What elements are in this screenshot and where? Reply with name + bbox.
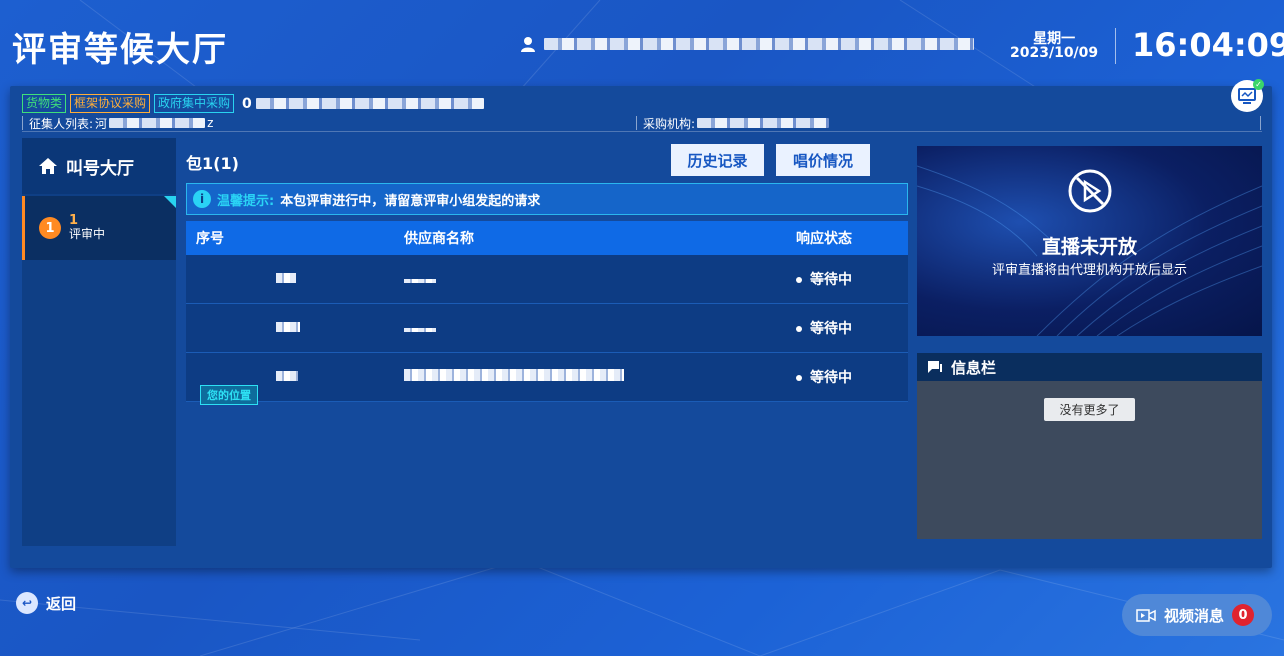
agency-cell: 采购机构: [636, 116, 830, 131]
index-redacted [276, 273, 296, 283]
tag-procurement-mode: 政府集中采购 [154, 94, 235, 113]
collector-cell: 征集人列表: 河 z [22, 116, 214, 131]
info-icon: i [193, 190, 211, 208]
project-id: 0 [242, 95, 252, 112]
message-header: 信息栏 [917, 353, 1262, 381]
agency-value-redacted [697, 118, 830, 128]
message-panel: 信息栏 没有更多了 [917, 353, 1262, 539]
package-number-badge: 1 [39, 217, 61, 239]
supplier-redacted [404, 328, 436, 332]
tag-procurement-type: 框架协议采购 [70, 94, 151, 113]
check-icon: ✓ [1253, 79, 1264, 90]
user-name-redacted [544, 38, 974, 50]
no-more-button[interactable]: 没有更多了 [1044, 398, 1135, 421]
header-index: 序号 [196, 231, 224, 247]
notice-bar: i 温馨提示: 本包评审进行中，请留意评审小组发起的请求 [186, 183, 908, 215]
supplier-redacted [404, 369, 624, 381]
monitor-button[interactable]: ✓ [1231, 79, 1264, 112]
supplier-redacted [404, 279, 436, 283]
package-status: 评审中 [69, 227, 106, 241]
monitor-icon [1238, 88, 1256, 104]
header: 评审等候大厅 星期一 2023/10/09 16:04:09 [0, 0, 1284, 90]
header-divider [1115, 28, 1116, 64]
supplier-table: 序号 供应商名称 响应状态 等待中 等待中 您的位置 等待中 [186, 221, 908, 405]
project-info-row: 征集人列表: 河 z 采购机构: [22, 116, 1262, 132]
video-label: 视频消息 [1164, 606, 1225, 625]
chat-icon [928, 361, 942, 373]
row-index [186, 271, 396, 287]
live-subtitle: 评审直播将由代理机构开放后显示 [991, 263, 1187, 278]
date-block: 星期一 2023/10/09 [1010, 32, 1098, 60]
video-icon [1136, 609, 1156, 622]
row-supplier [396, 320, 796, 336]
sidebar-header: 叫号大厅 [22, 138, 176, 194]
project-tags: 货物类 框架协议采购 政府集中采购 0 [22, 94, 484, 113]
collector-label: 征集人列表: [29, 116, 94, 131]
table-row: 等待中 [186, 304, 908, 353]
date: 2023/10/09 [1010, 45, 1099, 61]
main-panel: 货物类 框架协议采购 政府集中采购 0 征集人列表: 河 z 采购机构: ✓ 叫… [10, 79, 1272, 568]
user-icon [521, 37, 535, 52]
header-supplier: 供应商名称 [404, 231, 474, 247]
back-arrow-icon: ↩ [16, 592, 38, 614]
your-position-badge: 您的位置 [200, 385, 258, 405]
collector-value-end: z [207, 116, 214, 130]
live-disabled-icon [1068, 169, 1112, 213]
table-row-your-position: 您的位置 等待中 [186, 353, 908, 405]
live-stream-panel: 直播未开放 评审直播将由代理机构开放后显示 [917, 146, 1262, 336]
agency-label: 采购机构: [643, 116, 696, 131]
home-icon [39, 158, 57, 174]
clock: 16:04:09 [1132, 26, 1284, 64]
project-name-redacted [255, 98, 484, 109]
live-title: 直播未开放 [1041, 236, 1137, 258]
status-dot [796, 326, 802, 332]
row-index: 您的位置 [186, 369, 396, 405]
tag-category: 货物类 [22, 94, 67, 113]
history-button[interactable]: 历史记录 [671, 144, 764, 176]
notice-text: 本包评审进行中，请留意评审小组发起的请求 [280, 193, 541, 209]
bid-price-button[interactable]: 唱价情况 [776, 144, 870, 176]
page-title: 评审等候大厅 [12, 30, 228, 70]
table-row: 等待中 [186, 255, 908, 304]
back-button[interactable]: ↩ 返回 [16, 592, 76, 614]
collector-value-redacted [109, 118, 206, 128]
sidebar-item-package-1[interactable]: 1 1 评审中 [22, 196, 176, 260]
index-redacted [276, 371, 298, 381]
header-status: 响应状态 [796, 231, 852, 247]
row-supplier [396, 369, 796, 385]
row-status: 等待中 [796, 269, 908, 289]
row-status: 等待中 [796, 367, 908, 387]
message-title: 信息栏 [951, 358, 997, 377]
status-dot [796, 375, 802, 381]
package-title: 包1(1) [186, 154, 239, 173]
video-message-button[interactable]: 视频消息 0 [1122, 594, 1272, 636]
back-label: 返回 [46, 594, 77, 613]
video-count-badge: 0 [1232, 604, 1255, 626]
notice-label: 温馨提示: [217, 193, 275, 209]
row-status: 等待中 [796, 318, 908, 338]
row-index [186, 320, 396, 336]
user-info [520, 36, 974, 52]
package-number: 1 [69, 213, 79, 228]
sidebar: 叫号大厅 1 1 评审中 [22, 138, 176, 546]
active-corner-marker [164, 196, 176, 208]
index-redacted [276, 322, 300, 332]
collector-value-start: 河 [95, 116, 108, 131]
table-header: 序号 供应商名称 响应状态 [186, 221, 908, 255]
status-dot [796, 277, 802, 283]
row-supplier [396, 271, 796, 287]
sidebar-title: 叫号大厅 [66, 158, 134, 179]
weekday: 星期一 [1033, 31, 1076, 47]
info-row-end [1260, 116, 1267, 130]
